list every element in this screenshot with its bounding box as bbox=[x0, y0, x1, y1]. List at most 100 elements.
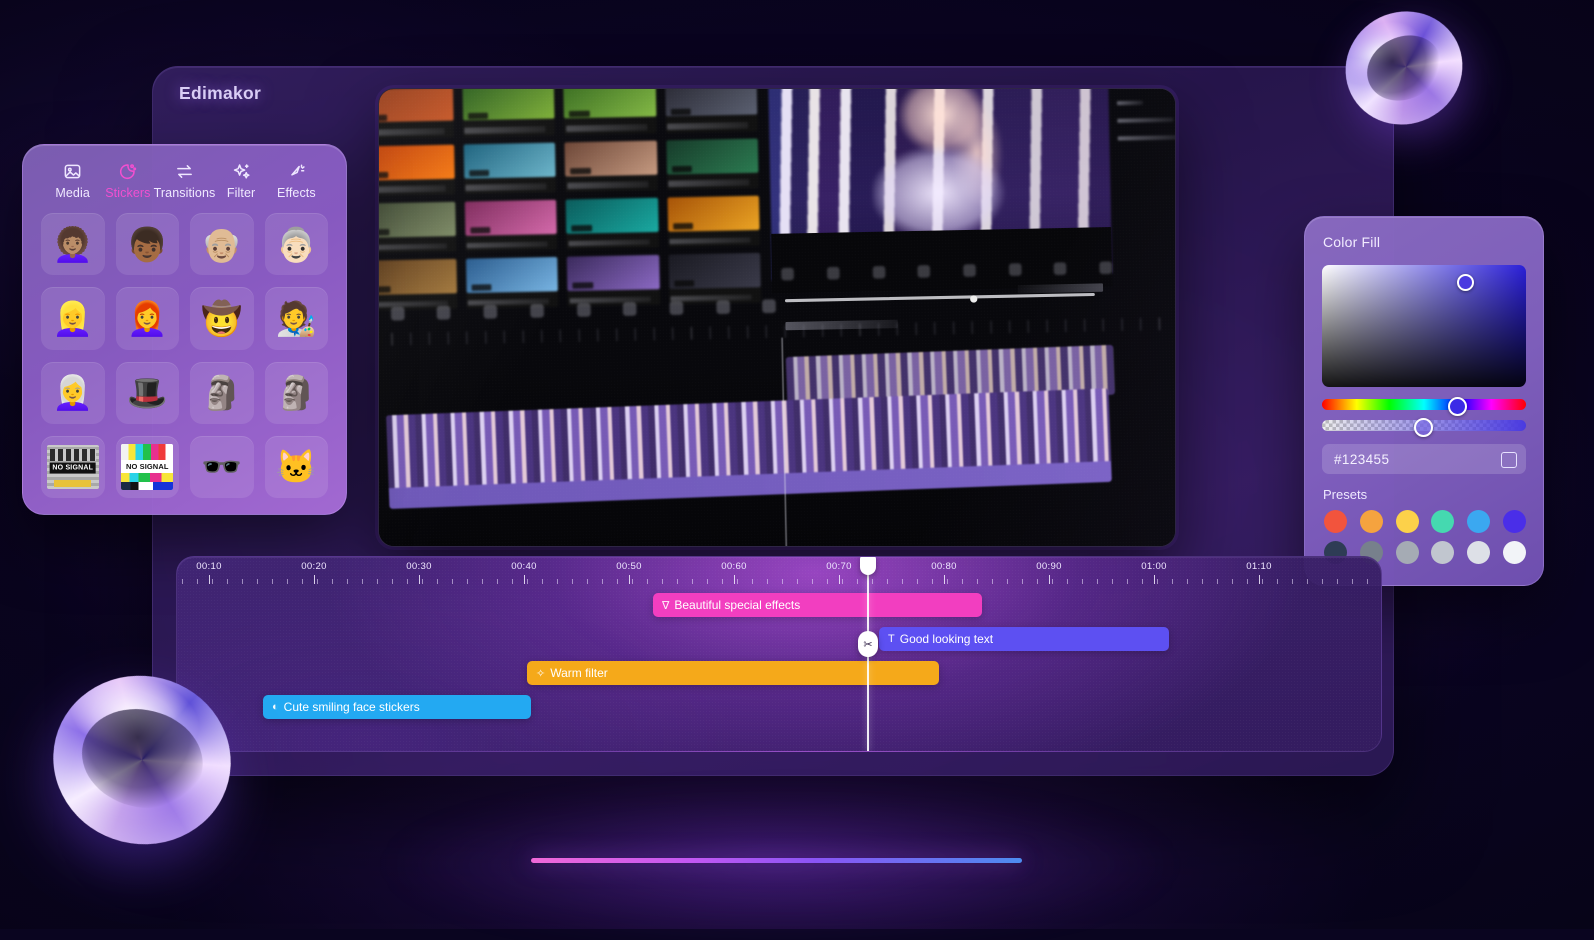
media-duration-badge bbox=[379, 114, 388, 122]
clip-cute-smiling-face-stickers[interactable]: ◐ Cute smiling face stickers bbox=[263, 695, 531, 719]
color-swatch-icon[interactable] bbox=[1501, 452, 1517, 468]
ruler-tick-minor bbox=[1367, 579, 1368, 584]
ruler-label: 00:40 bbox=[511, 561, 537, 572]
clip-good-looking-text[interactable]: T Good looking text bbox=[879, 627, 1169, 651]
split-clip-button[interactable]: ✂ bbox=[858, 631, 878, 657]
editor-tool-icon[interactable] bbox=[669, 300, 684, 315]
ruler-tick-minor bbox=[947, 579, 948, 584]
media-thumbnail[interactable] bbox=[667, 195, 761, 248]
editor-tool-icon[interactable] bbox=[623, 301, 637, 316]
hex-input-row[interactable]: #123455 bbox=[1322, 444, 1526, 474]
preview-scrubber-knob[interactable] bbox=[970, 294, 978, 303]
sticker-no-signal-bars[interactable]: NO SIGNAL bbox=[115, 435, 179, 498]
timeline-playhead[interactable]: ✂ bbox=[858, 557, 878, 751]
media-thumbnail[interactable] bbox=[463, 142, 557, 195]
inspector-panel[interactable] bbox=[1117, 89, 1175, 231]
tab-stickers[interactable]: Stickers bbox=[100, 161, 155, 200]
preset-white[interactable] bbox=[1502, 541, 1526, 564]
ruler-tick-minor bbox=[1157, 579, 1158, 584]
editor-tool-icon[interactable] bbox=[576, 302, 591, 317]
media-thumbnail[interactable] bbox=[564, 140, 658, 193]
video-editor-screenshot-panel[interactable] bbox=[378, 88, 1176, 547]
media-thumbnail[interactable] bbox=[379, 144, 455, 197]
tab-label: Filter bbox=[226, 186, 256, 200]
editor-tool-icon[interactable] bbox=[826, 266, 840, 280]
editor-tool-icon[interactable] bbox=[1099, 261, 1113, 274]
hue-slider-handle[interactable] bbox=[1448, 397, 1467, 416]
preset-teal[interactable] bbox=[1431, 510, 1455, 533]
preset-gray[interactable] bbox=[1395, 541, 1419, 564]
timeline-ruler[interactable]: 00:10 00:20 00:30 00:40 00:50 00:60 00:70 00:80… bbox=[177, 557, 1381, 591]
sticker-glyph: 🗿 bbox=[275, 374, 317, 412]
sticker-statue-bust-light[interactable]: 🗿 bbox=[190, 361, 254, 424]
media-filename bbox=[668, 179, 750, 188]
playhead-handle[interactable] bbox=[860, 557, 876, 575]
ruler-tick-minor bbox=[1067, 579, 1068, 584]
preset-near-white[interactable] bbox=[1466, 541, 1490, 564]
ruler-tick-minor bbox=[752, 579, 753, 584]
media-thumbnail-image bbox=[379, 144, 455, 181]
preset-indigo[interactable] bbox=[1502, 510, 1526, 533]
sticker-vintage-blonde[interactable]: 👱‍♀️ bbox=[41, 287, 105, 350]
media-duration-badge bbox=[469, 169, 490, 177]
media-thumbnail[interactable] bbox=[665, 137, 759, 191]
tab-effects[interactable]: Effects bbox=[269, 161, 324, 200]
sticker-old-man-glasses[interactable]: 👴🏼 bbox=[190, 213, 254, 276]
media-thumbnail[interactable] bbox=[462, 89, 556, 137]
sticker-curly-hair-woman[interactable]: 👩🏽‍🦱 bbox=[41, 213, 105, 276]
media-library-grid[interactable] bbox=[379, 89, 762, 311]
editor-tool-icon[interactable] bbox=[781, 267, 795, 281]
clip-beautiful-special-effects[interactable]: ∇ Beautiful special effects bbox=[653, 593, 982, 617]
media-thumbnail[interactable] bbox=[379, 89, 454, 139]
ruler-tick-minor bbox=[992, 579, 993, 584]
tab-transitions[interactable]: Transitions bbox=[154, 161, 215, 200]
sticker-vintage-portrait[interactable]: 👩‍🦳 bbox=[41, 361, 105, 424]
preset-red-orange[interactable] bbox=[1324, 510, 1348, 533]
preset-yellow[interactable] bbox=[1395, 510, 1419, 533]
sticker-cap-man-sepia[interactable]: 🧑‍🎨 bbox=[264, 287, 328, 350]
editor-tool-icon[interactable] bbox=[917, 264, 931, 278]
sticker-no-signal-retro[interactable] bbox=[41, 435, 105, 498]
media-duration-badge bbox=[470, 226, 491, 234]
media-thumbnail[interactable] bbox=[464, 199, 558, 252]
preview-toolbar-icons[interactable] bbox=[1017, 283, 1104, 293]
sticker-old-woman-glasses[interactable]: 👵🏻 bbox=[264, 213, 328, 276]
sticker-redhead-woman[interactable]: 👩‍🦰 bbox=[115, 287, 179, 350]
media-thumbnail[interactable] bbox=[664, 89, 758, 133]
editor-tool-icon[interactable] bbox=[716, 299, 730, 314]
tab-filter[interactable]: Filter bbox=[214, 161, 269, 200]
preset-orange[interactable] bbox=[1359, 510, 1383, 533]
editor-tool-icon[interactable] bbox=[437, 305, 451, 320]
media-thumbnail[interactable] bbox=[563, 89, 657, 135]
alpha-slider-handle[interactable] bbox=[1414, 418, 1433, 437]
sticker-cat-face[interactable]: 🐱 bbox=[264, 435, 328, 498]
sticker-glyph: 👵🏻 bbox=[275, 225, 317, 263]
sticker-deal-with-it-glasses[interactable]: 🕶️ bbox=[190, 435, 254, 498]
no-signal-retro-icon bbox=[46, 444, 99, 489]
ruler-tick-minor bbox=[452, 579, 453, 584]
editor-tool-icon[interactable] bbox=[390, 306, 405, 320]
ruler-tick-minor bbox=[212, 579, 213, 584]
sticker-cowboy-hat-man[interactable]: 🤠 bbox=[190, 287, 254, 350]
preset-light-gray[interactable] bbox=[1431, 541, 1455, 564]
sticker-statue-bust-dark[interactable]: 🗿 bbox=[264, 361, 328, 424]
editor-tool-icon[interactable] bbox=[530, 303, 544, 318]
hue-slider[interactable] bbox=[1322, 399, 1526, 410]
editor-tool-icon[interactable] bbox=[762, 298, 777, 313]
tab-media[interactable]: Media bbox=[45, 161, 100, 200]
editor-tool-icon[interactable] bbox=[872, 265, 886, 279]
preset-blue[interactable] bbox=[1466, 510, 1490, 533]
saturation-value-handle[interactable] bbox=[1457, 274, 1474, 291]
clip-warm-filter[interactable]: ✧ Warm filter bbox=[527, 661, 939, 685]
editor-tool-icon[interactable] bbox=[1008, 262, 1022, 276]
ruler-tick-minor bbox=[272, 579, 273, 584]
sticker-top-hat-beard[interactable]: 🎩 bbox=[115, 361, 179, 424]
media-thumbnail[interactable] bbox=[565, 197, 659, 250]
editor-tool-icon[interactable] bbox=[963, 263, 977, 277]
ruler-tick-minor bbox=[737, 579, 738, 584]
editor-tool-icon[interactable] bbox=[483, 304, 498, 319]
editor-tool-icon[interactable] bbox=[1054, 261, 1067, 275]
sticker-smiling-boy[interactable]: 👦🏾 bbox=[115, 213, 179, 276]
saturation-value-area[interactable] bbox=[1322, 265, 1526, 387]
media-thumbnail[interactable] bbox=[379, 201, 456, 254]
